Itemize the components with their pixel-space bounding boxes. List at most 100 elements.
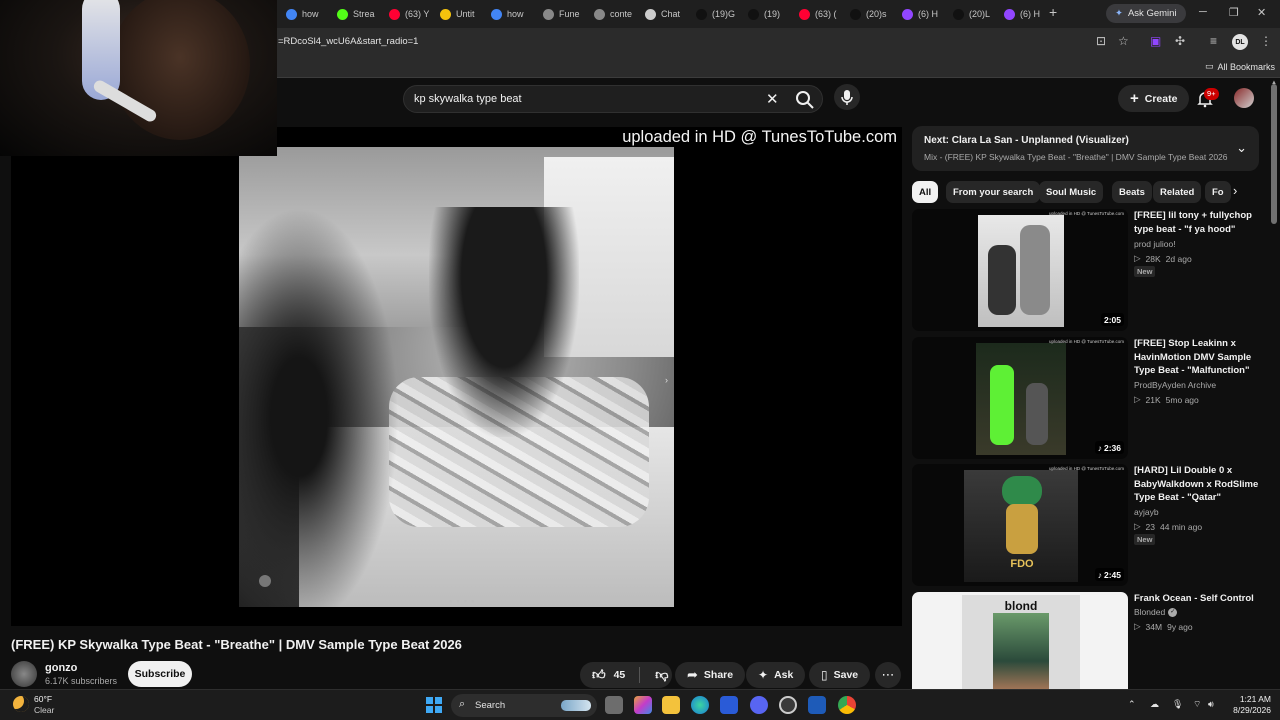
ask-gemini-button[interactable]: ✦ Ask Gemini xyxy=(1106,4,1186,23)
recommendation-title[interactable]: [FREE] Stop Leakinn x HavinMotion DMV Sa… xyxy=(1134,337,1262,378)
close-window-button[interactable]: ✕ xyxy=(1257,6,1266,19)
search-box[interactable]: kp skywalka type beat ✕ xyxy=(403,85,823,113)
extensions-puzzle-icon[interactable]: ✣ xyxy=(1175,34,1185,48)
recommendation-channel[interactable]: ayjayb xyxy=(1134,507,1159,517)
browser-tab[interactable]: (63) Y xyxy=(389,3,433,25)
play-icon: ▷ xyxy=(1134,621,1141,631)
chip-all[interactable]: All xyxy=(912,181,939,203)
install-app-icon[interactable]: ⊡ xyxy=(1096,34,1106,48)
channel-avatar[interactable] xyxy=(11,661,37,687)
chip-related[interactable]: Related xyxy=(1153,181,1202,203)
channel-name[interactable]: gonzo xyxy=(45,662,77,674)
chevron-down-icon[interactable]: ⌄ xyxy=(1236,140,1247,156)
page-scrollbar[interactable] xyxy=(1271,84,1277,224)
up-next-card[interactable]: Next: Clara La San - Unplanned (Visualiz… xyxy=(912,126,1259,171)
vs-code-icon[interactable] xyxy=(808,696,826,714)
video-thumbnail[interactable]: blond xyxy=(912,592,1128,689)
browser-tab[interactable]: (6) H xyxy=(902,3,946,25)
browser-tab[interactable]: (63) ( xyxy=(799,3,843,25)
system-clock[interactable]: 1:21 AM 8/29/2026 xyxy=(1221,694,1271,716)
recommendation-item[interactable]: uploaded in HD @ TunesToTube.com 2:05 [F… xyxy=(912,209,1262,331)
dislike-button[interactable]: 👎︎ xyxy=(646,662,668,688)
recommendation-title[interactable]: [HARD] Lil Double 0 x BabyWalkdown x Rod… xyxy=(1134,464,1262,505)
account-avatar[interactable] xyxy=(1234,88,1254,108)
browser-tab[interactable]: how xyxy=(491,3,535,25)
browser-tab[interactable]: conte xyxy=(594,3,638,25)
store-icon[interactable] xyxy=(720,696,738,714)
subscribe-button[interactable]: Subscribe xyxy=(128,661,192,687)
file-explorer-icon[interactable] xyxy=(662,696,680,714)
weather-condition[interactable]: Clear xyxy=(34,705,54,715)
bookmark-star-icon[interactable]: ☆ xyxy=(1118,34,1129,48)
like-button[interactable]: 👍︎ 45 xyxy=(580,662,625,688)
duration-badge: ♪ 2:45 xyxy=(1094,568,1124,581)
browser-tab[interactable]: (6) H xyxy=(1004,3,1048,25)
browser-tab[interactable]: Chat xyxy=(645,3,689,25)
browser-tab[interactable]: Untit xyxy=(440,3,484,25)
browser-tab[interactable]: (19) xyxy=(748,3,792,25)
copilot-icon[interactable] xyxy=(634,696,652,714)
microphone-icon[interactable]: 🎙︎ xyxy=(1172,699,1183,710)
browser-tab[interactable]: (20)L xyxy=(953,3,997,25)
search-icon[interactable] xyxy=(794,89,816,111)
discord-icon[interactable] xyxy=(750,696,768,714)
chip-from-your-search[interactable]: From your search xyxy=(946,181,1041,203)
share-button[interactable]: ➦ Share xyxy=(675,662,746,688)
browser-tab[interactable]: (20)s xyxy=(850,3,894,25)
chrome-icon[interactable] xyxy=(838,696,856,714)
chip-more[interactable]: Fo xyxy=(1205,181,1231,203)
extension-twitch-icon[interactable]: ▣ xyxy=(1150,34,1161,48)
browser-tab[interactable]: Fune xyxy=(543,3,587,25)
clear-search-icon[interactable]: ✕ xyxy=(766,90,779,108)
tiktok-icon xyxy=(696,8,707,20)
create-button[interactable]: + Create xyxy=(1118,85,1190,112)
browser-tab[interactable]: how xyxy=(286,3,330,25)
video-player[interactable]: uploaded in HD @ TunesToTube.com › ● ● ●… xyxy=(11,127,902,626)
browser-tab[interactable]: Strea xyxy=(337,3,381,25)
media-queue-icon[interactable]: ≡ xyxy=(1210,34,1217,48)
url-field[interactable]: =RDcoSl4_wcU6A&start_radio=1 xyxy=(278,36,418,47)
windows-taskbar: 60°F Clear ⌕ Search ⌃ ☁ 🎙︎ ⌔ 🔊︎ 1:21 AM … xyxy=(0,689,1280,720)
weather-temperature[interactable]: 60°F xyxy=(34,694,52,704)
tray-overflow-icon[interactable]: ⌃ xyxy=(1128,699,1136,710)
profile-avatar[interactable]: DL xyxy=(1232,34,1248,50)
video-thumbnail[interactable]: FDO uploaded in HD @ TunesToTube.com ♪ 2:… xyxy=(912,464,1128,586)
chip-soul-music[interactable]: Soul Music xyxy=(1039,181,1104,203)
steam-icon[interactable] xyxy=(779,696,797,714)
cloud-sync-icon[interactable]: ☁ xyxy=(1150,699,1159,710)
chip-beats[interactable]: Beats xyxy=(1112,181,1152,203)
new-tab-button[interactable]: + xyxy=(1049,4,1057,20)
minimize-button[interactable]: ─ xyxy=(1199,6,1207,18)
task-view-icon[interactable] xyxy=(605,696,623,714)
edge-icon[interactable] xyxy=(691,696,709,714)
ask-button[interactable]: ✦ Ask xyxy=(746,662,806,688)
browser-tab[interactable]: (19)G xyxy=(696,3,740,25)
more-actions-icon[interactable]: ⋯ xyxy=(875,662,901,688)
gemini-icon: ✦ xyxy=(1115,8,1123,19)
wifi-icon[interactable]: ⌔ xyxy=(1193,699,1201,710)
video-thumbnail[interactable]: uploaded in HD @ TunesToTube.com 2:05 xyxy=(912,209,1128,331)
windows-start-icon[interactable] xyxy=(426,697,442,713)
volume-icon[interactable]: 🔊︎ xyxy=(1208,699,1214,710)
chevron-right-icon: › xyxy=(665,375,668,385)
recommendation-title[interactable]: Frank Ocean - Self Control xyxy=(1134,592,1262,606)
chevron-right-icon[interactable]: › xyxy=(1233,183,1237,198)
save-button[interactable]: ▯ Save xyxy=(809,662,871,688)
taskbar-search-box[interactable]: ⌕ Search xyxy=(451,694,597,717)
recommendation-channel[interactable]: prod julioo! xyxy=(1134,239,1176,249)
voice-search-mic-icon[interactable] xyxy=(834,84,860,110)
player-watermark: uploaded in HD @ TunesToTube.com xyxy=(622,128,897,146)
recommendation-item[interactable]: blond Frank Ocean - Self Control Blonded… xyxy=(912,592,1262,689)
search-input[interactable]: kp skywalka type beat xyxy=(414,93,522,105)
restore-button[interactable]: ❐ xyxy=(1229,6,1239,19)
video-thumbnail[interactable]: uploaded in HD @ TunesToTube.com ♪ 2:36 xyxy=(912,337,1128,459)
recommendation-title[interactable]: [FREE] lil tony + fullychop type beat - … xyxy=(1134,209,1262,236)
recommendation-channel[interactable]: ProdByAyden Archive xyxy=(1134,380,1216,390)
recommendation-channel[interactable]: Blonded ✓ xyxy=(1134,607,1178,617)
recommendation-meta: ▷ 21K 5mo ago xyxy=(1134,394,1199,405)
browser-menu-icon[interactable]: ⋮ xyxy=(1260,34,1272,48)
recommendation-item[interactable]: uploaded in HD @ TunesToTube.com ♪ 2:36 [… xyxy=(912,337,1262,459)
moon-weather-icon[interactable] xyxy=(13,696,29,712)
all-bookmarks-button[interactable]: ▭ All Bookmarks xyxy=(1205,61,1275,72)
recommendation-item[interactable]: FDO uploaded in HD @ TunesToTube.com ♪ 2:… xyxy=(912,464,1262,586)
